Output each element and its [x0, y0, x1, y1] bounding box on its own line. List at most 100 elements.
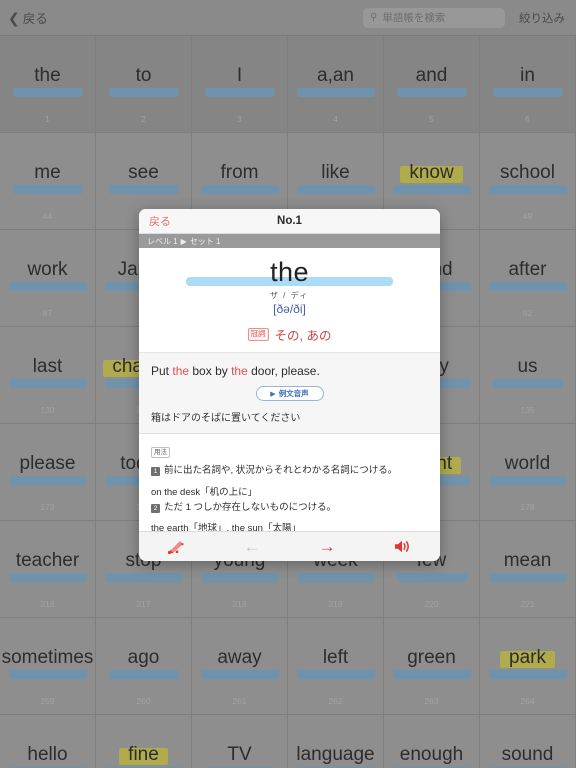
word-tile[interactable]: school 49	[480, 133, 576, 230]
example-sentence-section: Put the box by the door, please. ▶ 例文音声 …	[139, 353, 440, 435]
example-post: door, please.	[247, 364, 320, 378]
word-tile[interactable]: the 1	[0, 36, 96, 133]
previous-word-button[interactable]: ←	[214, 532, 289, 561]
example-audio-button[interactable]: ▶ 例文音声	[255, 386, 324, 402]
word-tile-underline-marker	[492, 379, 563, 388]
word-tile[interactable]: away 261	[192, 618, 288, 715]
red-marker-pen-icon	[168, 541, 184, 554]
word-tile-underline-marker	[392, 670, 471, 679]
word-tile[interactable]: a,an 4	[288, 36, 384, 133]
word-tile[interactable]: ago 260	[96, 618, 192, 715]
word-tile-label: please	[19, 453, 76, 474]
speaker-icon	[394, 540, 409, 553]
breadcrumb-set: セット 1	[189, 236, 221, 246]
word-tile[interactable]: TV	[192, 715, 288, 768]
back-button[interactable]: ❮ 戻る	[8, 8, 48, 27]
word-tile-marker-wrap: like	[318, 162, 353, 184]
search-input[interactable]: ⚲ 単語帳を検索	[363, 7, 505, 28]
example-pre: Put	[151, 364, 173, 378]
word-tile[interactable]: enough	[384, 715, 480, 768]
word-tile-label: I	[236, 65, 243, 86]
word-tile-label: sound	[501, 744, 554, 765]
pronounce-button[interactable]	[365, 532, 440, 561]
word-tile-marker-wrap: from	[218, 162, 262, 184]
word-tile-underline-marker	[392, 185, 471, 194]
word-tile[interactable]: park 264	[480, 618, 576, 715]
word-tile-marker-wrap: language	[293, 744, 377, 766]
word-tile[interactable]: please 173	[0, 424, 96, 521]
word-tile-underline-marker	[296, 88, 375, 97]
word-tile-marker-wrap: me	[31, 162, 63, 184]
word-tile-marker-wrap: us	[514, 356, 540, 378]
word-tile-label: me	[34, 162, 61, 183]
word-tile-underline-marker	[108, 670, 179, 679]
word-tile[interactable]: after 92	[480, 230, 576, 327]
word-tile[interactable]: hello	[0, 715, 96, 768]
word-tile-underline-marker	[200, 185, 279, 194]
word-tile[interactable]: language	[288, 715, 384, 768]
word-tile-label: and	[415, 65, 448, 86]
word-tile[interactable]: to 2	[96, 36, 192, 133]
word-tile-label: TV	[227, 744, 252, 765]
word-tile-underline-marker	[200, 670, 279, 679]
word-tile[interactable]: work 87	[0, 230, 96, 327]
example-english: Put the box by the door, please.	[151, 363, 428, 379]
word-tile-underline-marker	[8, 670, 87, 679]
search-icon: ⚲	[370, 12, 378, 23]
next-word-button[interactable]: →	[290, 532, 365, 561]
word-tile-label: language	[296, 744, 375, 765]
word-tile-underline-marker	[8, 282, 87, 291]
word-tile-underline-marker	[8, 476, 87, 485]
word-tile[interactable]: me 44	[0, 133, 96, 230]
word-tile-marker-wrap: last	[30, 356, 66, 378]
word-tile-underline-marker	[12, 185, 83, 194]
chevron-left-icon: ❮	[8, 9, 20, 26]
marker-tool-button[interactable]	[139, 532, 214, 561]
word-tile[interactable]: world 178	[480, 424, 576, 521]
usage-item-example: on the desk「机の上に」	[151, 486, 258, 498]
word-tile[interactable]: last 130	[0, 327, 96, 424]
word-tile-underline-marker	[396, 573, 467, 582]
word-tile-number: 264	[520, 696, 535, 706]
word-tile-marker-wrap: I	[234, 65, 245, 87]
word-tile[interactable]: sound	[480, 715, 576, 768]
arrow-left-icon: ←	[243, 537, 261, 556]
word-tile[interactable]: us 135	[480, 327, 576, 424]
word-tile-number: 262	[328, 696, 343, 706]
modal-header: 戻る No.1	[139, 209, 440, 234]
word-tile-label: teacher	[15, 550, 80, 571]
usage-item-number: 2	[151, 503, 160, 513]
word-tile-number: 259	[40, 696, 55, 706]
word-tile[interactable]: teacher 216	[0, 521, 96, 618]
word-tile[interactable]: mean 221	[480, 521, 576, 618]
word-tile-label: to	[135, 65, 152, 86]
word-tile-marker-wrap: world	[502, 453, 553, 475]
part-of-speech-badge: 冠詞	[247, 328, 269, 341]
usage-notes-section[interactable]: 用法 1 前に出た名詞や, 状況からそれとわかる名詞につける。 on the des…	[139, 434, 440, 531]
word-tile[interactable]: left 262	[288, 618, 384, 715]
word-tile-marker-wrap: mean	[501, 550, 555, 572]
word-tile-label: the	[34, 65, 61, 86]
word-tile[interactable]: and 5	[384, 36, 480, 133]
word-tile[interactable]: I3	[192, 36, 288, 133]
word-tile-marker-wrap: school	[497, 162, 558, 184]
word-tile-label: green	[407, 647, 456, 668]
word-tile-marker-wrap: a,an	[314, 65, 357, 87]
word-detail-modal: 戻る No.1 レベル 1 ▶ セット 1 the ザ / ディ [ðə/ði]…	[139, 209, 440, 561]
headword: the	[270, 257, 309, 287]
word-tile[interactable]: fine	[96, 715, 192, 768]
filter-button[interactable]: 絞り込み	[519, 10, 565, 26]
word-tile-marker-wrap: please	[17, 453, 79, 475]
word-tile-underline-marker	[488, 573, 567, 582]
word-tile-marker-wrap: sometimes	[0, 647, 95, 669]
word-tile-label: last	[32, 356, 63, 377]
word-tile-number: 3	[237, 114, 242, 124]
word-tile-underline-marker	[8, 379, 87, 388]
headword-kana: ザ / ディ	[269, 291, 310, 300]
word-tile-underline-marker	[104, 573, 183, 582]
word-tile[interactable]: sometimes 259	[0, 618, 96, 715]
word-tile-underline-marker	[296, 573, 375, 582]
word-tile[interactable]: in 6	[480, 36, 576, 133]
word-tile[interactable]: green 263	[384, 618, 480, 715]
word-tile-number: 173	[40, 502, 55, 512]
